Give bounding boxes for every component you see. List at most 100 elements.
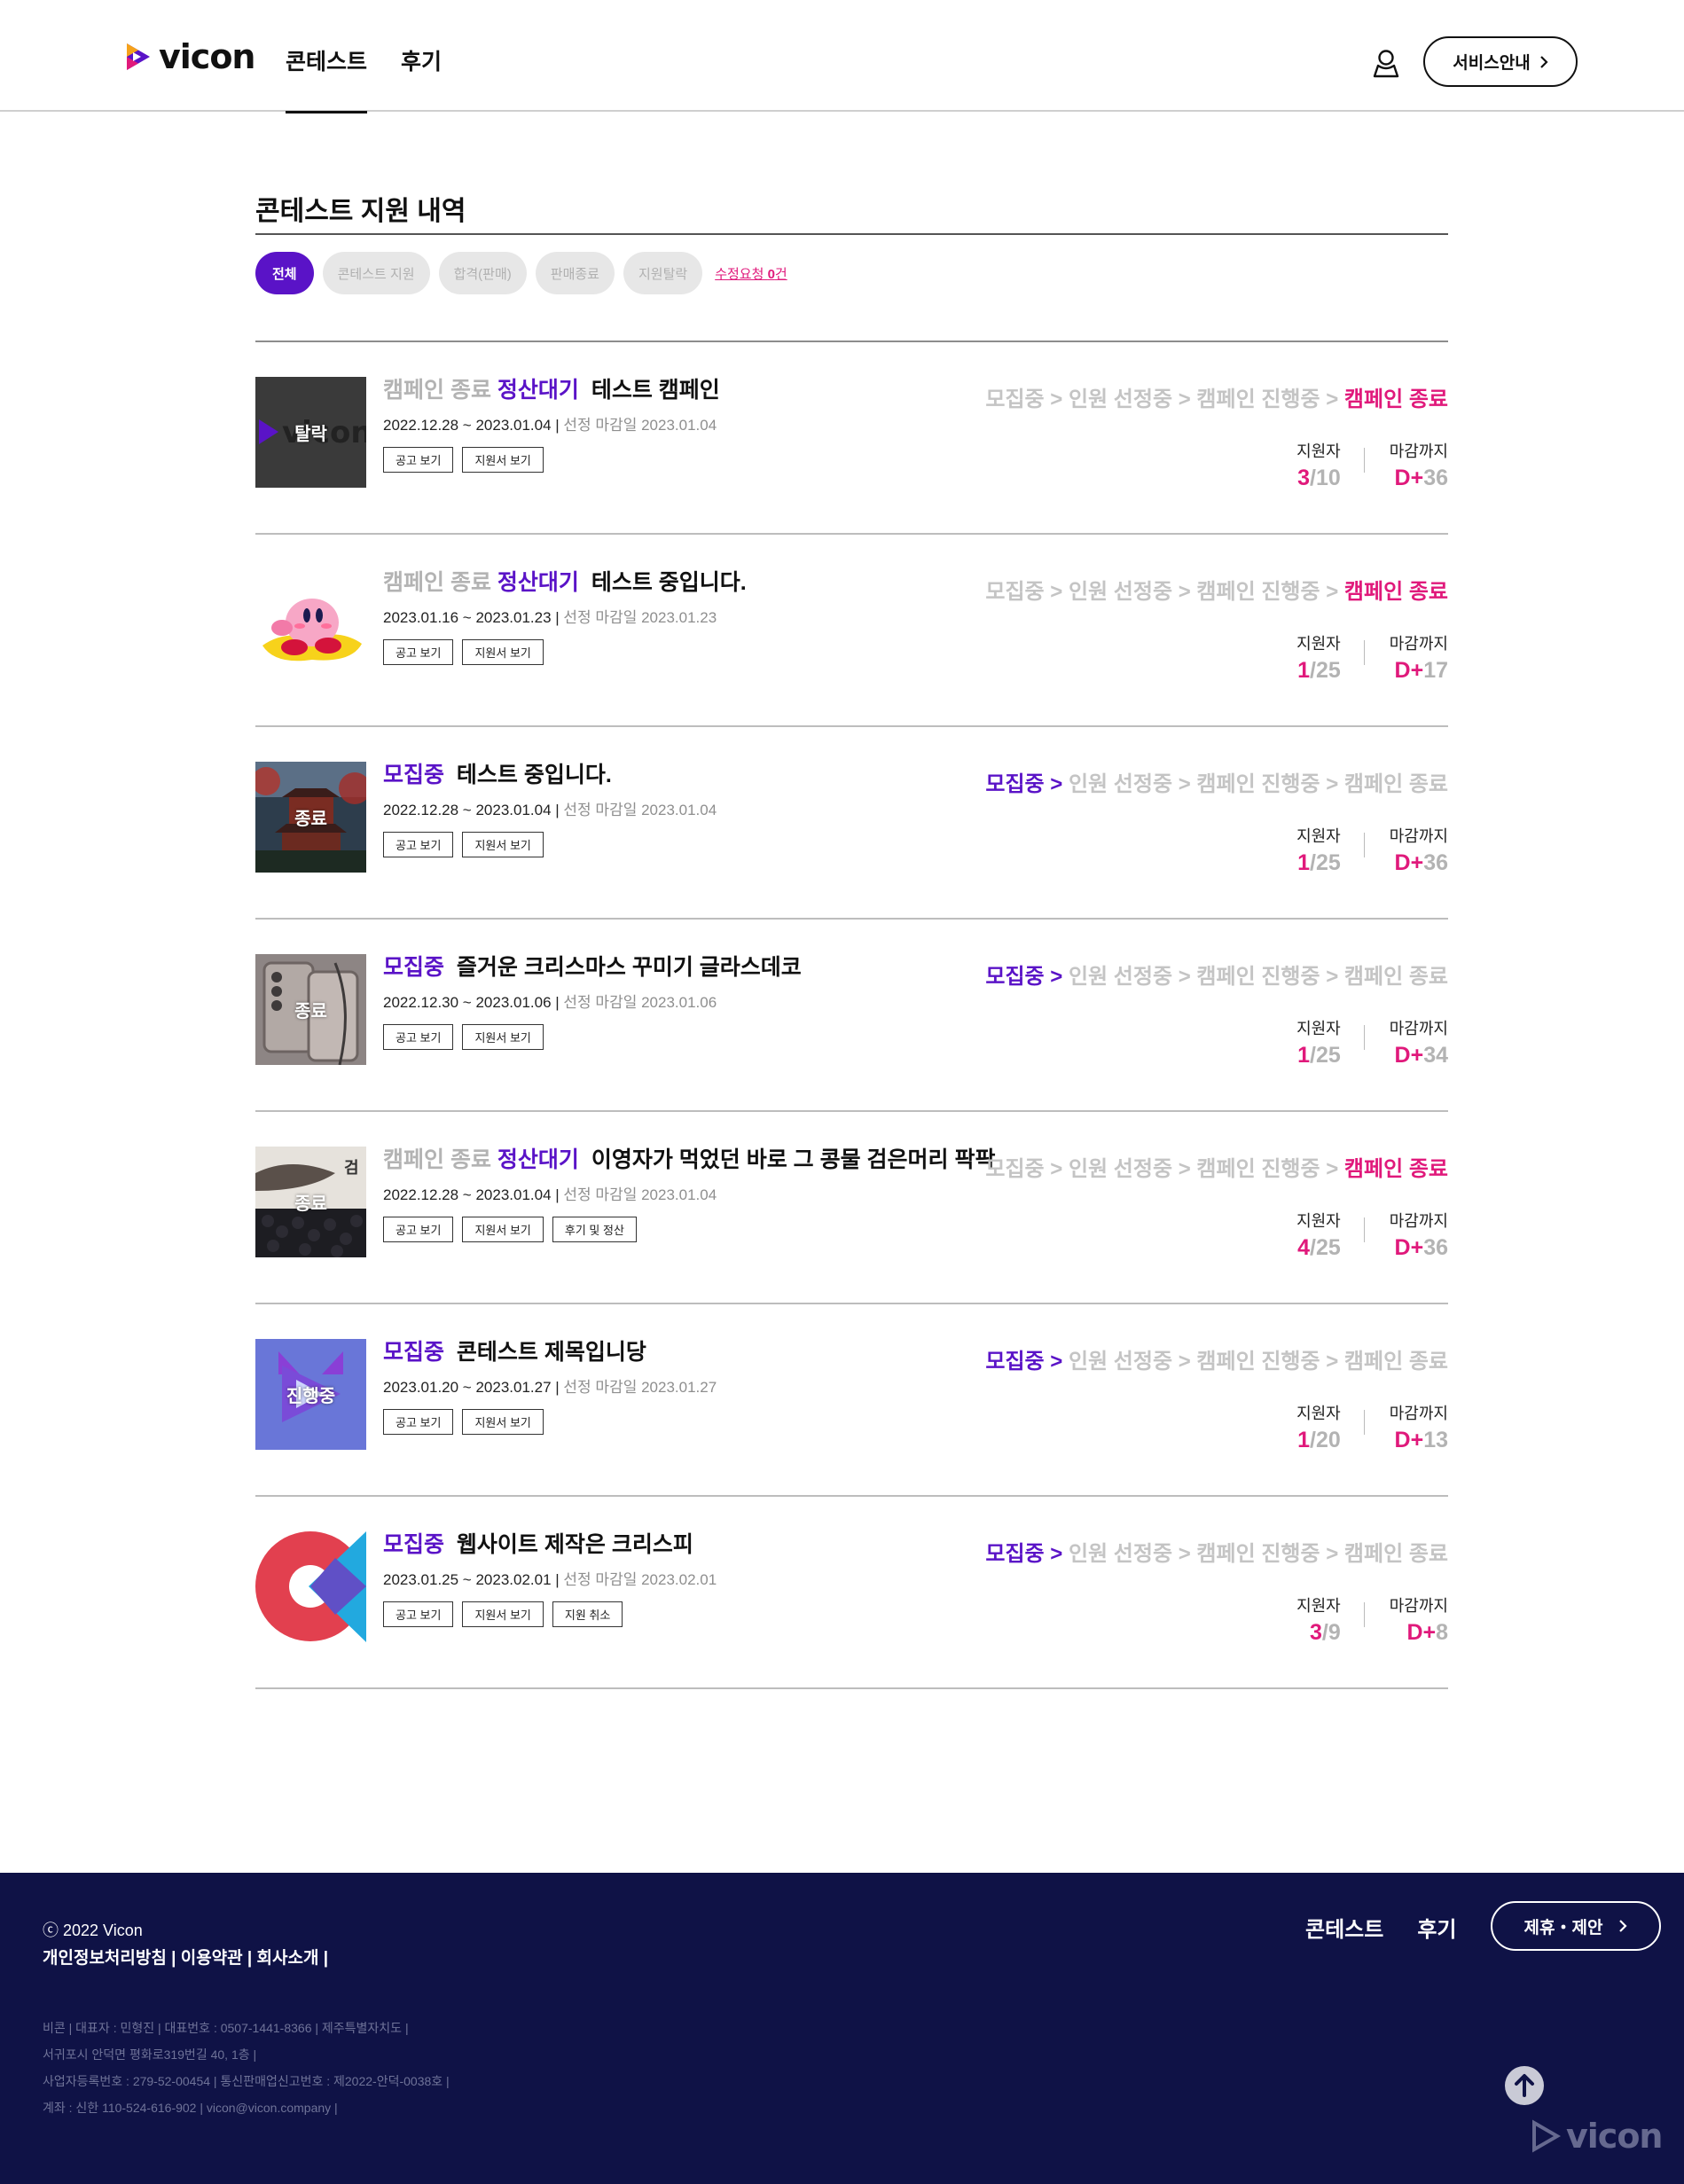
progress-step: 인원 선정중: [1068, 1542, 1173, 1566]
progress-step: 캠페인 진행중: [1196, 772, 1320, 796]
campaign-thumbnail[interactable]: 검종료: [255, 1147, 366, 1257]
view-notice-button[interactable]: 공고 보기: [383, 1409, 454, 1435]
view-application-button[interactable]: 지원서 보기: [462, 832, 544, 857]
filter-all[interactable]: 전체: [255, 252, 314, 294]
site-header: vicon 콘테스트 후기 서비스안내: [0, 0, 1684, 114]
filter-contest-applied[interactable]: 콘테스트 지원: [322, 252, 430, 294]
service-info-label: 서비스안내: [1453, 54, 1531, 73]
campaign-thumbnail[interactable]: 종료: [255, 954, 366, 1065]
partnership-button[interactable]: 제휴・제안: [1491, 1901, 1661, 1951]
campaign-title[interactable]: 웹사이트 제작은 크리스피: [457, 1532, 693, 1557]
step-arrow: >: [1178, 965, 1191, 989]
row-stats: 지원자 3/10 마감까지 D+36: [1296, 439, 1448, 491]
progress-steps: 모집중 > 인원 선정중 > 캠페인 진행중 > 캠페인 종료: [985, 381, 1448, 412]
campaign-thumbnail[interactable]: vicon 탈락: [255, 377, 366, 488]
stat-divider: [1363, 640, 1365, 665]
view-application-button[interactable]: 지원서 보기: [462, 447, 544, 473]
campaign-dates: 2022.12.28 ~ 2023.01.04 | 선정 마감일 2023.01…: [383, 417, 717, 434]
vicon-logo-icon: [1532, 2119, 1561, 2153]
view-application-button[interactable]: 지원서 보기: [462, 1601, 544, 1627]
progress-step: 캠페인 종료: [1343, 580, 1448, 604]
dday-value: D+13: [1394, 1428, 1448, 1452]
progress-step: 캠페인 진행중: [1196, 580, 1320, 604]
thumbnail-status-label: 종료: [294, 1194, 327, 1214]
until-deadline-label: 마감까지: [1389, 827, 1448, 845]
nav-reviews[interactable]: 후기: [401, 0, 442, 112]
applicants-label: 지원자: [1296, 827, 1341, 845]
campaign-title[interactable]: 테스트 중입니다.: [591, 570, 747, 595]
applicants-stat: 지원자 1/25: [1296, 824, 1341, 876]
deadline-stat: 마감까지 D+36: [1390, 439, 1448, 491]
view-notice-button[interactable]: 공고 보기: [383, 1024, 454, 1050]
campaign-title[interactable]: 테스트 캠페인: [591, 378, 720, 403]
applicants-label: 지원자: [1296, 635, 1341, 653]
applicants-label: 지원자: [1296, 1597, 1341, 1615]
campaign-title[interactable]: 이영자가 먹었던 바로 그 콩물 검은머리 팍팍: [591, 1147, 996, 1172]
deadline-label: 선정 마감일: [563, 802, 638, 818]
capacity-count: /25: [1309, 850, 1341, 875]
review-settlement-button[interactable]: 후기 및 정산: [552, 1217, 637, 1242]
applicants-label: 지원자: [1296, 1405, 1341, 1422]
applicants-stat: 지원자 1/20: [1296, 1401, 1341, 1453]
view-application-button[interactable]: 지원서 보기: [462, 1217, 544, 1242]
footer-copyright: ⓒ 2022 Vicon: [43, 1922, 143, 1939]
service-info-button[interactable]: 서비스안내: [1423, 36, 1578, 87]
step-arrow: >: [1050, 387, 1063, 411]
campaign-title[interactable]: 테스트 중입니다.: [457, 763, 612, 787]
partnership-label: 제휴・제안: [1523, 1918, 1603, 1937]
filter-sales-ended[interactable]: 판매종료: [535, 252, 615, 294]
row-actions: 공고 보기 지원서 보기: [383, 1024, 1004, 1050]
footer-policy-links[interactable]: 개인정보처리방침 | 이용약관 | 회사소개 |: [43, 1945, 328, 1969]
view-application-button[interactable]: 지원서 보기: [462, 1024, 544, 1050]
cancel-application-button[interactable]: 지원 취소: [552, 1601, 623, 1627]
view-notice-button[interactable]: 공고 보기: [383, 1217, 454, 1242]
nav-contest[interactable]: 콘테스트: [286, 0, 368, 114]
logo-text: vicon: [159, 37, 255, 76]
svg-text:검: 검: [344, 1159, 359, 1178]
filter-rejected[interactable]: 지원탈락: [623, 252, 703, 294]
footer-nav: 콘테스트 후기: [1305, 1912, 1457, 1943]
application-row: 종료 모집중 테스트 중입니다. 2022.12.28 ~ 2023.01.04 |…: [255, 727, 1448, 920]
step-arrow: >: [1050, 580, 1063, 604]
edit-request-link[interactable]: 수정요청 0건: [715, 264, 787, 283]
view-application-button[interactable]: 지원서 보기: [462, 639, 544, 665]
campaign-thumbnail[interactable]: 진행중: [255, 1339, 366, 1450]
vicon-logo[interactable]: vicon: [123, 35, 255, 78]
filter-passed[interactable]: 합격(판매): [438, 252, 527, 294]
application-row: 캠페인 종료 정산대기 테스트 중입니다. 2023.01.16 ~ 2023.0…: [255, 535, 1448, 727]
view-notice-button[interactable]: 공고 보기: [383, 639, 454, 665]
capacity-number: 10: [1315, 466, 1341, 490]
view-application-button[interactable]: 지원서 보기: [462, 1409, 544, 1435]
deadline-label: 선정 마감일: [563, 1571, 638, 1588]
capacity-count: /25: [1309, 1235, 1341, 1260]
campaign-thumbnail[interactable]: [255, 569, 366, 680]
campaign-title-line: 캠페인 종료 정산대기 테스트 중입니다.: [383, 568, 1004, 598]
dday-value: D+8: [1406, 1620, 1448, 1645]
scroll-top-icon[interactable]: [1504, 2065, 1545, 2106]
step-arrow: >: [1326, 1542, 1339, 1566]
capacity-number: 25: [1315, 850, 1341, 875]
row-actions: 공고 보기 지원서 보기 후기 및 정산: [383, 1217, 1004, 1242]
stat-divider: [1363, 1025, 1365, 1050]
campaign-title[interactable]: 즐거운 크리스마스 꾸미기 글라스데코: [457, 955, 802, 980]
deadline-label: 선정 마감일: [563, 609, 638, 626]
view-notice-button[interactable]: 공고 보기: [383, 832, 454, 857]
campaign-title[interactable]: 콘테스트 제목입니당: [457, 1340, 646, 1365]
step-arrow: >: [1050, 1350, 1063, 1374]
progress-step: 캠페인 진행중: [1196, 1542, 1320, 1566]
campaign-thumbnail[interactable]: 종료: [255, 762, 366, 873]
user-icon[interactable]: [1372, 48, 1400, 78]
footer-nav-contest[interactable]: 콘테스트: [1305, 1912, 1383, 1943]
progress-steps: 모집중 > 인원 선정중 > 캠페인 진행중 > 캠페인 종료: [985, 1151, 1448, 1182]
view-notice-button[interactable]: 공고 보기: [383, 447, 454, 473]
status-badge: 모집중: [383, 1340, 445, 1365]
footer-nav-reviews[interactable]: 후기: [1417, 1912, 1456, 1943]
view-notice-button[interactable]: 공고 보기: [383, 1601, 454, 1627]
vicon-logo-icon: [127, 43, 150, 70]
applicants-value: 4/25: [1296, 1235, 1341, 1261]
campaign-info: 캠페인 종료 정산대기 테스트 캠페인 2022.12.28 ~ 2023.01.…: [383, 375, 1004, 473]
campaign-thumbnail[interactable]: [255, 1531, 366, 1642]
campaign-info: 모집중 즐거운 크리스마스 꾸미기 글라스데코 2022.12.30 ~ 2023…: [383, 952, 1004, 1050]
footer-logo-text: vicon: [1566, 2117, 1663, 2156]
stat-divider: [1363, 1602, 1365, 1627]
